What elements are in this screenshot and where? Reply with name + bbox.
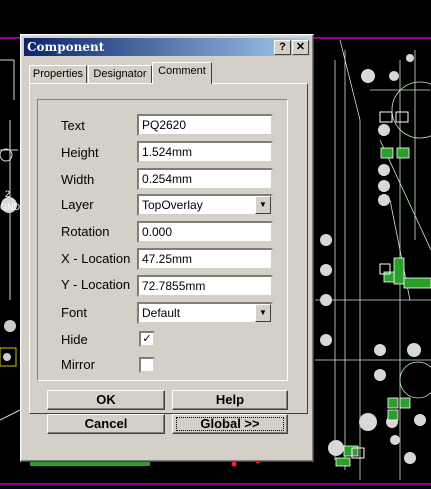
rotation-field[interactable]: 0.000 [137, 221, 273, 243]
tab-designator[interactable]: Designator [88, 65, 152, 83]
height-field[interactable]: 1.524mm [137, 141, 273, 163]
mirror-checkbox[interactable] [139, 357, 155, 373]
chevron-down-icon[interactable]: ▼ [255, 196, 271, 214]
text-field[interactable]: PQ2620 [137, 114, 273, 136]
gnd-label: GND [0, 202, 21, 212]
dialog-titlebar[interactable]: Component ? ✕ [24, 38, 310, 56]
layer-select[interactable]: TopOverlay ▼ [137, 194, 273, 216]
global-button[interactable]: Global >> [172, 414, 288, 434]
hide-checkbox[interactable]: ✓ [139, 331, 155, 347]
y-location-field[interactable]: 72.7855mm [137, 275, 273, 297]
close-icon[interactable]: ✕ [292, 40, 309, 55]
x-location-label: X - Location [61, 251, 131, 266]
help-title-button[interactable]: ? [274, 40, 291, 55]
rotation-label: Rotation [61, 224, 110, 239]
cancel-button[interactable]: Cancel [47, 414, 165, 434]
y-location-label: Y - Location [61, 277, 131, 292]
layer-label: Layer [61, 197, 94, 212]
help-button[interactable]: Help [172, 390, 288, 410]
net-number-label: 2 [5, 189, 10, 199]
hide-label: Hide [61, 332, 88, 347]
font-value: Default [142, 306, 181, 320]
tab-properties[interactable]: Properties [29, 65, 87, 83]
width-label: Width [61, 172, 95, 187]
dialog-title: Component [27, 40, 105, 54]
font-label: Font [61, 305, 88, 320]
width-field[interactable]: 0.254mm [137, 168, 273, 190]
text-label: Text [61, 118, 85, 133]
height-label: Height [61, 145, 99, 160]
ok-button[interactable]: OK [47, 390, 165, 410]
x-location-field[interactable]: 47.25mm [137, 248, 273, 270]
font-select[interactable]: Default ▼ [137, 302, 273, 324]
chevron-down-icon[interactable]: ▼ [255, 304, 271, 322]
component-dialog: Component ? ✕ Properties Designator Comm… [20, 34, 314, 462]
global-button-label: Global >> [200, 416, 260, 431]
tab-comment[interactable]: Comment [152, 62, 212, 84]
layer-value: TopOverlay [142, 198, 203, 212]
mirror-label: Mirror [61, 357, 95, 372]
tab-strip: Properties Designator Comment [29, 62, 309, 84]
